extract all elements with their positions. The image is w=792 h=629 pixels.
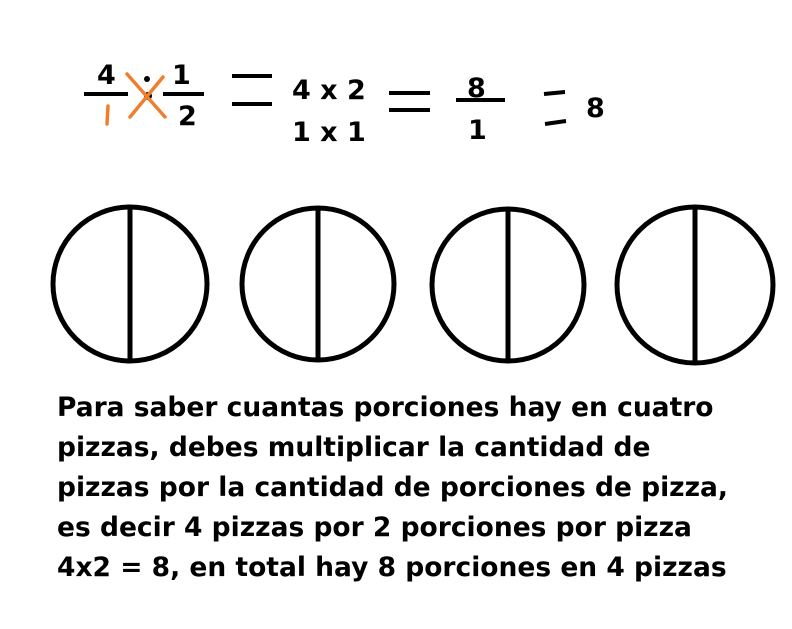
- fraction-1-numerator: 4: [97, 60, 116, 91]
- division-dot-top: [144, 76, 150, 82]
- pizza-2: [239, 205, 397, 363]
- step-1-top: 4 x 2: [292, 75, 366, 106]
- fraction-2-numerator: 1: [172, 60, 191, 91]
- explanation-line-1: Para saber cuantas porciones hay en cuat…: [57, 392, 714, 423]
- step-1-bottom: 1 x 1: [292, 117, 366, 148]
- fraction-2-denominator: 2: [178, 101, 197, 132]
- pizza-4: [614, 204, 776, 366]
- pizza-3: [429, 206, 587, 364]
- fraction-3-numerator: 8: [467, 73, 486, 104]
- final-result: 8: [586, 93, 605, 124]
- fraction-3-denominator: 1: [468, 115, 487, 146]
- explanation-line-3: pizzas por la cantidad de porciones de p…: [57, 472, 728, 503]
- explanation-line-4: es decir 4 pizzas por 2 porciones por pi…: [57, 512, 692, 543]
- pizza-1: [50, 204, 210, 364]
- explanation-text: Para saber cuantas porciones hay en cuat…: [57, 388, 777, 588]
- explanation-line-5: 4x2 = 8, en total hay 8 porciones en 4 p…: [57, 552, 727, 583]
- explanation-line-2: pizzas, debes multiplicar la cantidad de: [57, 432, 651, 463]
- equals-sign-3-bottom: [544, 119, 567, 126]
- equals-sign-3-top: [543, 90, 566, 96]
